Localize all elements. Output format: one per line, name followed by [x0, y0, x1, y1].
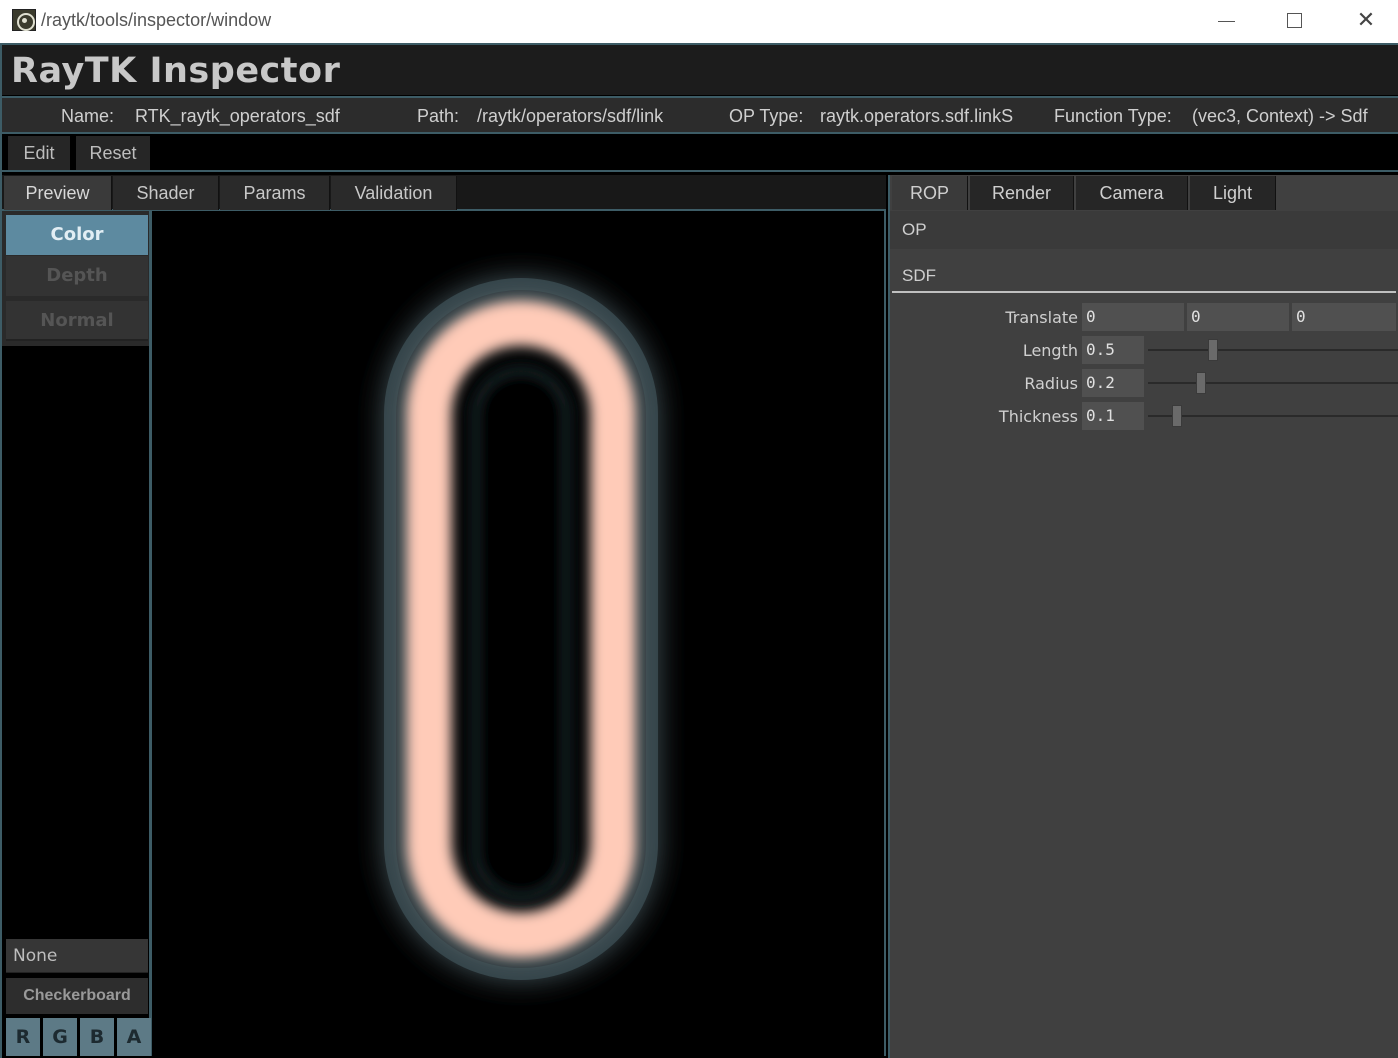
tab-validation[interactable]: Validation [331, 176, 457, 210]
channel-a-button[interactable]: A [117, 1018, 151, 1056]
preview-options: Color Depth Normal None Checkerboard R G… [2, 211, 152, 1056]
functype-label: Function Type: [1054, 106, 1172, 126]
optype-value: raytk.operators.sdf.linkS [820, 106, 1014, 126]
edit-button[interactable]: Edit [8, 136, 70, 170]
radius-slider[interactable] [1148, 382, 1398, 384]
name-value: RTK_raytk_operators_sdf [135, 106, 340, 126]
background-select[interactable]: None [6, 939, 148, 973]
minimize-icon [1218, 21, 1235, 22]
tab-shader[interactable]: Shader [113, 176, 219, 210]
tab-params[interactable]: Params [220, 176, 330, 210]
name-label: Name: [61, 106, 115, 126]
tab-preview[interactable]: Preview [4, 176, 112, 210]
length-slider[interactable] [1148, 349, 1398, 351]
channel-r-button[interactable]: R [6, 1018, 40, 1056]
tab-camera[interactable]: Camera [1076, 176, 1188, 210]
radius-field[interactable]: 0.2 [1082, 369, 1144, 397]
window-title: /raytk/tools/inspector/window [41, 10, 272, 30]
length-label: Length [1022, 341, 1078, 360]
thickness-slider-handle[interactable] [1172, 405, 1182, 427]
tab-render[interactable]: Render [970, 176, 1074, 210]
channel-b-button[interactable]: B [80, 1018, 114, 1056]
path-value: /raytk/operators/sdf/link [477, 106, 664, 126]
thickness-field[interactable]: 0.1 [1082, 402, 1144, 430]
maximize-button[interactable] [1275, 4, 1315, 38]
optype-label: OP Type: [729, 106, 804, 126]
header: RayTK Inspector [2, 45, 1398, 95]
translate-z-field[interactable]: 0 [1292, 303, 1396, 331]
channel-g-button[interactable]: G [43, 1018, 77, 1056]
tab-rop[interactable]: ROP [892, 176, 968, 210]
radius-label: Radius [1024, 374, 1078, 393]
preview-viewport[interactable] [155, 211, 886, 1056]
depth-mode-button[interactable]: Depth [6, 256, 148, 296]
translate-y-field[interactable]: 0 [1187, 303, 1289, 331]
tab-light[interactable]: Light [1190, 176, 1276, 210]
radius-slider-handle[interactable] [1196, 372, 1206, 394]
minimize-button[interactable] [1207, 4, 1247, 38]
window-titlebar: /raytk/tools/inspector/window ✕ [0, 0, 1398, 43]
checkerboard-button[interactable]: Checkerboard [6, 978, 148, 1014]
length-field[interactable]: 0.5 [1082, 336, 1144, 364]
reset-button[interactable]: Reset [76, 136, 150, 170]
normal-mode-button[interactable]: Normal [6, 301, 148, 341]
sdf-section-header: SDF [892, 259, 1396, 293]
edit-bar: Edit Reset [2, 136, 1398, 172]
functype-value: (vec3, Context) -> Sdf [1192, 106, 1368, 126]
color-mode-button[interactable]: Color [6, 215, 148, 255]
page-title: RayTK Inspector [11, 51, 341, 91]
length-slider-handle[interactable] [1208, 339, 1218, 361]
parameters-panel: ROP Render Camera Light OP SDF Translate… [888, 175, 1398, 1058]
op-section[interactable]: OP [890, 211, 1398, 249]
app-icon [12, 9, 36, 31]
translate-x-field[interactable]: 0 [1082, 303, 1184, 331]
parameter-tabs: ROP Render Camera Light [890, 175, 1398, 211]
channel-toggles: R G B A [6, 1018, 152, 1056]
rendered-link-shape [384, 278, 658, 980]
path-label: Path: [417, 106, 460, 126]
close-icon: ✕ [1356, 8, 1376, 33]
close-button[interactable]: ✕ [1346, 4, 1386, 38]
maximize-icon [1287, 13, 1302, 28]
info-bar: Name: RTK_raytk_operators_sdf Path: /ray… [2, 96, 1398, 134]
translate-label: Translate [1005, 308, 1078, 327]
preview-tabs: Preview Shader Params Validation [2, 175, 886, 211]
thickness-label: Thickness [998, 407, 1078, 426]
thickness-slider[interactable] [1148, 415, 1398, 417]
